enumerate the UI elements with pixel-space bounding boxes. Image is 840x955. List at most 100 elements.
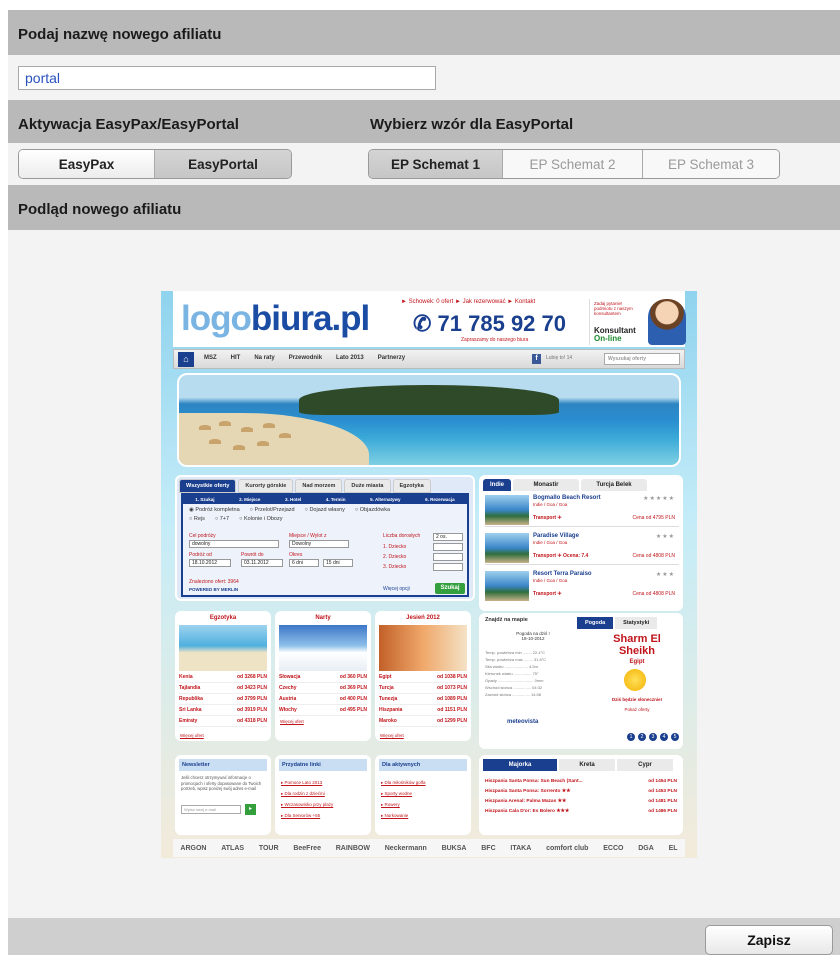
date-to-field: 03.11.2012 xyxy=(241,559,283,567)
radio-option: ○ Rejs xyxy=(189,516,205,522)
promo-row: Włochy od 495 PLN xyxy=(279,706,367,716)
promo-column-title: Egzotyka xyxy=(209,615,237,621)
activation-heading: Aktywacja EasyPax/EasyPortal xyxy=(18,116,239,133)
partner-logo: EL xyxy=(668,844,678,852)
hotel-stars: ★★★★★ xyxy=(643,496,675,502)
more-options-link: Więcej opcji xyxy=(383,586,410,592)
child1-field xyxy=(433,543,463,551)
trip-type-radios: ◉ Podróż kompletna ○ Przelot/Przejazd ○ … xyxy=(189,507,390,513)
hotel-photo xyxy=(485,495,529,525)
offer-tab: Cypr xyxy=(617,759,673,771)
umbrella xyxy=(199,425,211,430)
radio-option: ○ Dojazd własny xyxy=(304,507,345,513)
promo-photo xyxy=(379,625,467,671)
useful-links-box: Przydatne linki ▸ Pomoce Lato 2013 ▸ Dla… xyxy=(275,755,371,835)
like-counter: Lubię to! 14 xyxy=(546,355,573,361)
offer-tab: Kreta xyxy=(559,759,615,771)
destination-label: Cel podróży xyxy=(189,533,216,539)
partner-logo: DGA xyxy=(638,844,654,852)
partner-logo: ITAKA xyxy=(510,844,532,852)
more-offers-link: Więcej ofert xyxy=(180,733,204,738)
hotel-price: Cena od 4808 PLN xyxy=(632,591,675,597)
promo-photo xyxy=(179,625,267,671)
promo-row: Austria od 400 PLN xyxy=(279,695,367,705)
date-to-label: Powrót do xyxy=(241,552,264,558)
template-option-2[interactable]: EP Schemat 2 xyxy=(503,150,643,178)
umbrella xyxy=(241,427,253,432)
useful-links-title: Przydatne linki xyxy=(279,759,367,771)
page-dot: 1 xyxy=(627,733,635,741)
weather-today: Pogoda na dziś ! 18-10-2012 xyxy=(516,631,550,641)
hero-sand xyxy=(179,413,369,465)
partner-logo: comfort club xyxy=(546,844,589,852)
offer-row: Hiszpania Santa Ponsa: Sun Beach (Sant..… xyxy=(485,779,677,784)
partner-logo: ARGON xyxy=(180,844,207,852)
offer-row: Hiszpania Arenal: Palma Mazas ★★ od 1481 … xyxy=(485,799,677,804)
search-tabs: Wszystkie oferty Kurorty górskie Nad mor… xyxy=(179,479,431,493)
nav-item: MSZ xyxy=(204,355,217,361)
newsletter-email: Wpisz swój e-mail xyxy=(181,805,241,814)
site-phone-sub: Zapraszamy do naszego biura xyxy=(461,337,529,343)
site-top-links: ► Schowek: 0 ofert ► Jak rezerwować ► Ko… xyxy=(401,299,536,305)
newsletter-text: Jeśli chcesz otrzymywać informacje o pro… xyxy=(181,775,262,791)
weather-pagination: 1 2 3 4 5 xyxy=(627,733,679,741)
partner-logo: ATLAS xyxy=(221,844,245,852)
hotel-stars: ★★★ xyxy=(655,572,675,578)
template-heading: Wybierz wzór dla EasyPortal xyxy=(370,116,574,133)
page-dot: 4 xyxy=(660,733,668,741)
affiliate-name-input[interactable] xyxy=(18,66,436,90)
promo-row: Emiraty od 4318 PLN xyxy=(179,717,267,727)
partner-logo: Neckermann xyxy=(384,844,427,852)
easyportal-option[interactable]: EasyPortal xyxy=(155,150,291,178)
partner-logo: BFC xyxy=(481,844,496,852)
nav-item: HIT xyxy=(230,355,241,361)
hotel-tab: Indie xyxy=(483,479,511,491)
adults-field: 2 os. xyxy=(433,533,463,541)
hotel-tab: Turcja Belek xyxy=(581,479,647,491)
hotel-name: Paradise Village xyxy=(533,533,579,539)
hotel-name: Bogmallo Beach Resort xyxy=(533,495,601,501)
hotel-location: Indie / Goa / Goa xyxy=(533,578,568,583)
easypax-option[interactable]: EasyPax xyxy=(19,150,155,178)
hotel-tab: Monastir xyxy=(513,479,579,491)
promo-row: Tajlandia od 3423 PLN xyxy=(179,684,267,694)
hotel-location: Indie / Goa / Goa xyxy=(533,502,568,507)
newsletter-submit: ▸ xyxy=(245,804,256,815)
preview-heading: Podląd nowego afiliatu xyxy=(18,201,182,218)
promo-column-ski: Narty Słowacja od 360 PLN Czechy od 369 PL… xyxy=(275,611,371,741)
promo-row: Czechy od 369 PLN xyxy=(279,684,367,694)
duration-to-field: 15 dni xyxy=(323,559,353,567)
page-dot: 3 xyxy=(649,733,657,741)
affiliate-name-header: Podaj nazwę nowego afiliatu xyxy=(8,10,840,55)
destination-field: dowolny xyxy=(189,540,279,548)
umbrella xyxy=(233,445,245,450)
island-offers: Majorka Kreta Cypr Hiszpania Santa Ponsa… xyxy=(479,755,683,835)
weather-info: Temp. powietrza min ........ 22.4°C Temp… xyxy=(485,650,547,697)
search-tab: Egzotyka xyxy=(392,479,431,493)
stats-tab: Statystyki xyxy=(615,617,658,629)
search-tab: Kurorty górskie xyxy=(238,479,294,493)
trip-type-radios-2: ○ Rejs ○ 7+7 ○ Kolonie i Obozy xyxy=(189,516,282,522)
weather-message: Dziś będzie słonecznie! xyxy=(611,697,663,702)
template-option-1[interactable]: EP Schemat 1 xyxy=(369,150,503,178)
partner-logo: TOUR xyxy=(258,844,279,852)
site-search-button: Szukaj xyxy=(435,583,465,594)
save-button[interactable]: Zapisz xyxy=(705,925,833,955)
hotel-location: Indie / Goa / Goa xyxy=(533,540,568,545)
active-title: Dla aktywnych xyxy=(379,759,467,771)
hero-beach-image xyxy=(177,373,681,467)
promo-row: Turcja od 1073 PLN xyxy=(379,684,467,694)
template-option-3[interactable]: EP Schemat 3 xyxy=(643,150,779,178)
partner-logo: BUKSA xyxy=(441,844,467,852)
hotline-text: Zadaj pytanie! podmiotu z naszym konsult… xyxy=(594,301,633,316)
search-tab: Wszystkie oferty xyxy=(179,479,237,493)
promo-column-title: Narty xyxy=(315,615,331,621)
weather-country: Egipt xyxy=(629,659,645,665)
hotel-transport: Transport ✈ xyxy=(533,591,562,597)
hotline-online: On-line xyxy=(594,334,622,343)
promo-column-autumn: Jesień 2012 Egipt od 1038 PLN Turcja od 10… xyxy=(375,611,471,741)
radio-option: ○ 7+7 xyxy=(214,516,230,522)
offer-tab: Majorka xyxy=(483,759,557,771)
radio-option: ○ Objazdówka xyxy=(354,507,391,513)
consultant-avatar xyxy=(648,299,686,345)
